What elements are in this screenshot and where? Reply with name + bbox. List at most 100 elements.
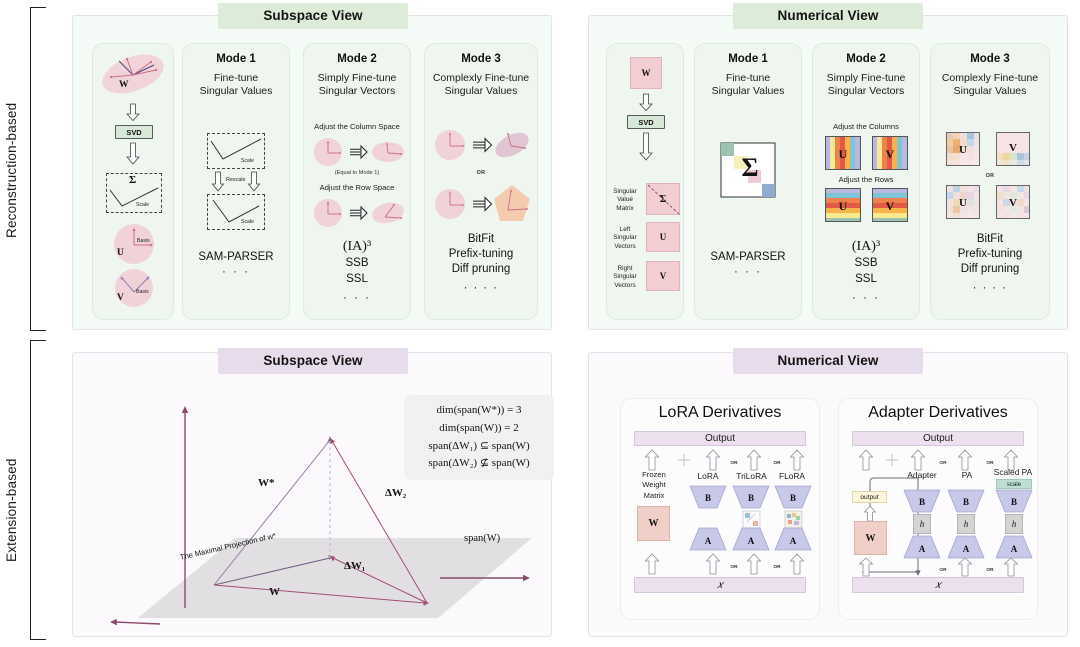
subspace-mode1-rescale-arrow-left <box>211 171 225 192</box>
banner-subspace-view-bottom: Subspace View <box>218 348 408 374</box>
subspace-mode-1-methods: SAM-PARSER · · · <box>182 250 290 280</box>
plot-label-span-w: span(W) <box>464 533 501 544</box>
adapter-derivatives-title: Adapter Derivatives <box>868 404 1008 421</box>
adapter-frozen-weight-block: W <box>854 521 887 555</box>
numerical-arrow-down-to-svd <box>639 93 653 112</box>
numerical-mode3-v-noisy-matrix-top: V <box>996 132 1030 166</box>
plot-label-delta-w1: ΔW₁ <box>344 560 366 572</box>
svg-text:V: V <box>886 199 895 213</box>
u-label-subspace: U <box>117 248 124 258</box>
subspace-mode-1-subtitle-line1: Fine-tune <box>213 72 259 84</box>
numerical-sigma-caption-line2: Matrix <box>616 204 634 212</box>
numerical-mode-3-subtitle-line2: Singular Values <box>953 85 1027 98</box>
svg-text:OR: OR <box>939 567 947 573</box>
adapter-scale-chip: scale <box>996 479 1032 489</box>
subspace-mode-2-methods: (IA)³ SSB SSL · · · <box>303 238 411 306</box>
subspace-mode-2-method-1: SSB <box>345 257 369 270</box>
lora-column-name-trilora: TriLoRA <box>736 471 767 481</box>
sigma-scale-caption-subspace: Scale <box>136 202 149 208</box>
numerical-mode-2-method-0: (IA)³ <box>851 239 881 254</box>
subspace-mode-1-method-0: SAM-PARSER <box>198 251 274 263</box>
numerical-mode-1-subtitle-line2: Singular Values <box>711 85 785 98</box>
numerical-mode-3-method-3: · · · · <box>972 281 1008 294</box>
numerical-mode-3-subtitle-line1: Complexly Fine-tune <box>941 72 1039 84</box>
subspace-mode-2-method-3: · · · <box>343 291 371 304</box>
u-circle-subspace-diagram <box>114 224 154 264</box>
lora-input-bar: 𝑥 <box>634 577 806 593</box>
svg-text:B: B <box>705 493 711 503</box>
lora-middle-block-flora <box>784 510 803 529</box>
lora-arrows-top-row: OR OR <box>644 449 805 471</box>
banner-numerical-view-top: Numerical View <box>733 3 923 29</box>
numerical-mode1-sigma-diagonal-matrix: Σ <box>720 142 776 198</box>
svg-text:B: B <box>919 497 925 507</box>
subspace-mode3-ellipse-transform-diagram <box>435 130 529 160</box>
u-basis-caption-subspace: Basis <box>137 238 150 244</box>
subspace-mode-3-subtitle-line2: Singular Values <box>444 85 518 98</box>
numerical-u-caption-line1: Singular <box>613 234 637 242</box>
w-label-subspace: W <box>119 80 129 90</box>
svg-text:U: U <box>959 144 967 156</box>
lora-column-name-lora: LoRA <box>697 471 719 481</box>
subspace-equation-2: span(ΔW₁) ⊆ span(W) <box>428 439 530 452</box>
numerical-u-caption-line0: Left <box>619 226 631 233</box>
subspace-mode-2-subtitle: Simply Fine-tune Singular Vectors <box>304 72 410 99</box>
subspace-mode-1-method-1: · · · <box>222 266 250 279</box>
numerical-mode-3-method-1: Prefix-tuning <box>957 248 1023 261</box>
subspace-equations-box: dim(span(W*)) = 3 dim(span(W)) = 2 span(… <box>404 395 554 481</box>
svg-text:A: A <box>790 536 797 546</box>
adapter-h-block-pa: h <box>957 514 975 534</box>
subspace-mode-2-method-0: (IA)³ <box>342 239 372 254</box>
v-basis-caption-subspace: Basis <box>136 289 149 295</box>
subspace-equation-1: dim(span(W)) = 2 <box>439 421 519 434</box>
svg-text:OR: OR <box>986 567 994 573</box>
numerical-u-matrix: U <box>646 222 680 252</box>
subspace-mode2-note-equal-mode1: (Equal to Mode 1) <box>334 170 380 176</box>
numerical-mode-2-subtitle-line2: Singular Vectors <box>827 85 905 98</box>
numerical-mode-3-method-0: BitFit <box>976 233 1004 245</box>
adapter-arrows-bottom-row: OR OR <box>858 557 1019 577</box>
adapter-output-chip: output <box>852 491 887 503</box>
svg-text:U: U <box>839 147 848 161</box>
lora-frozen-caption-line0: Frozen <box>642 470 666 479</box>
numerical-mode3-u-noisy-matrix-bottom: U <box>946 185 980 219</box>
numerical-sigma-label: Σ <box>659 193 667 205</box>
svg-text:A: A <box>705 536 712 546</box>
numerical-mode-2-subtitle-line1: Simply Fine-tune <box>826 72 906 84</box>
subspace-mode-3-title: Mode 3 <box>461 53 501 65</box>
numerical-u-caption: Left Singular Vectors <box>606 226 644 251</box>
numerical-v-caption-line2: Vectors <box>614 281 636 289</box>
numerical-v-caption-line1: Singular <box>613 273 637 281</box>
numerical-mode2-v-columns-matrix: V <box>872 136 908 170</box>
lora-b-block-flora: B <box>774 485 812 509</box>
subspace-mode-3-subtitle: Complexly Fine-tune Singular Values <box>425 72 537 99</box>
svg-text:V: V <box>1009 197 1017 209</box>
numerical-sigma-caption-line0: Singular <box>613 188 637 195</box>
lora-frozen-weight-caption: Frozen Weight Matrix <box>634 470 674 501</box>
banner-subspace-view-top: Subspace View <box>218 3 408 29</box>
svd-chip-subspace: SVD <box>115 125 153 139</box>
svg-text:A: A <box>748 536 755 546</box>
subspace-mode-1-title: Mode 1 <box>216 53 256 65</box>
adapter-a-block-pa: A <box>947 535 985 559</box>
v-circle-subspace-diagram <box>115 269 153 307</box>
numerical-mode3-u-noisy-matrix-top: U <box>946 132 980 166</box>
numerical-mode-1-title: Mode 1 <box>728 53 768 65</box>
subspace-mode1-scale-curve-top <box>210 138 262 160</box>
adapter-b-block-adapter: B <box>903 489 941 513</box>
lora-frozen-caption-line1: Weight <box>642 480 666 490</box>
adapter-h-block-adapter: h <box>913 514 931 534</box>
plot-label-delta-w2: ΔW₂ <box>385 487 407 499</box>
numerical-w-matrix: W <box>630 57 662 89</box>
sigma-scale-curve-subspace <box>109 187 159 207</box>
svg-text:Σ: Σ <box>742 153 759 182</box>
subspace-mode-2-subtitle-line1: Simply Fine-tune <box>317 72 397 84</box>
numerical-sigma-caption: Singular Value Matrix <box>606 188 644 213</box>
adapter-arrow-w-to-output <box>863 505 877 522</box>
subspace-mode-3-method-0: BitFit <box>467 233 495 245</box>
svg-text:OR: OR <box>730 564 738 570</box>
adapter-a-block-scaled-pa: A <box>995 535 1033 559</box>
figure-root: Reconstruction-based Extension-based Sub… <box>0 0 1080 647</box>
numerical-v-caption: Right Singular Vectors <box>606 265 644 290</box>
numerical-mode3-or-label: OR <box>985 173 995 179</box>
